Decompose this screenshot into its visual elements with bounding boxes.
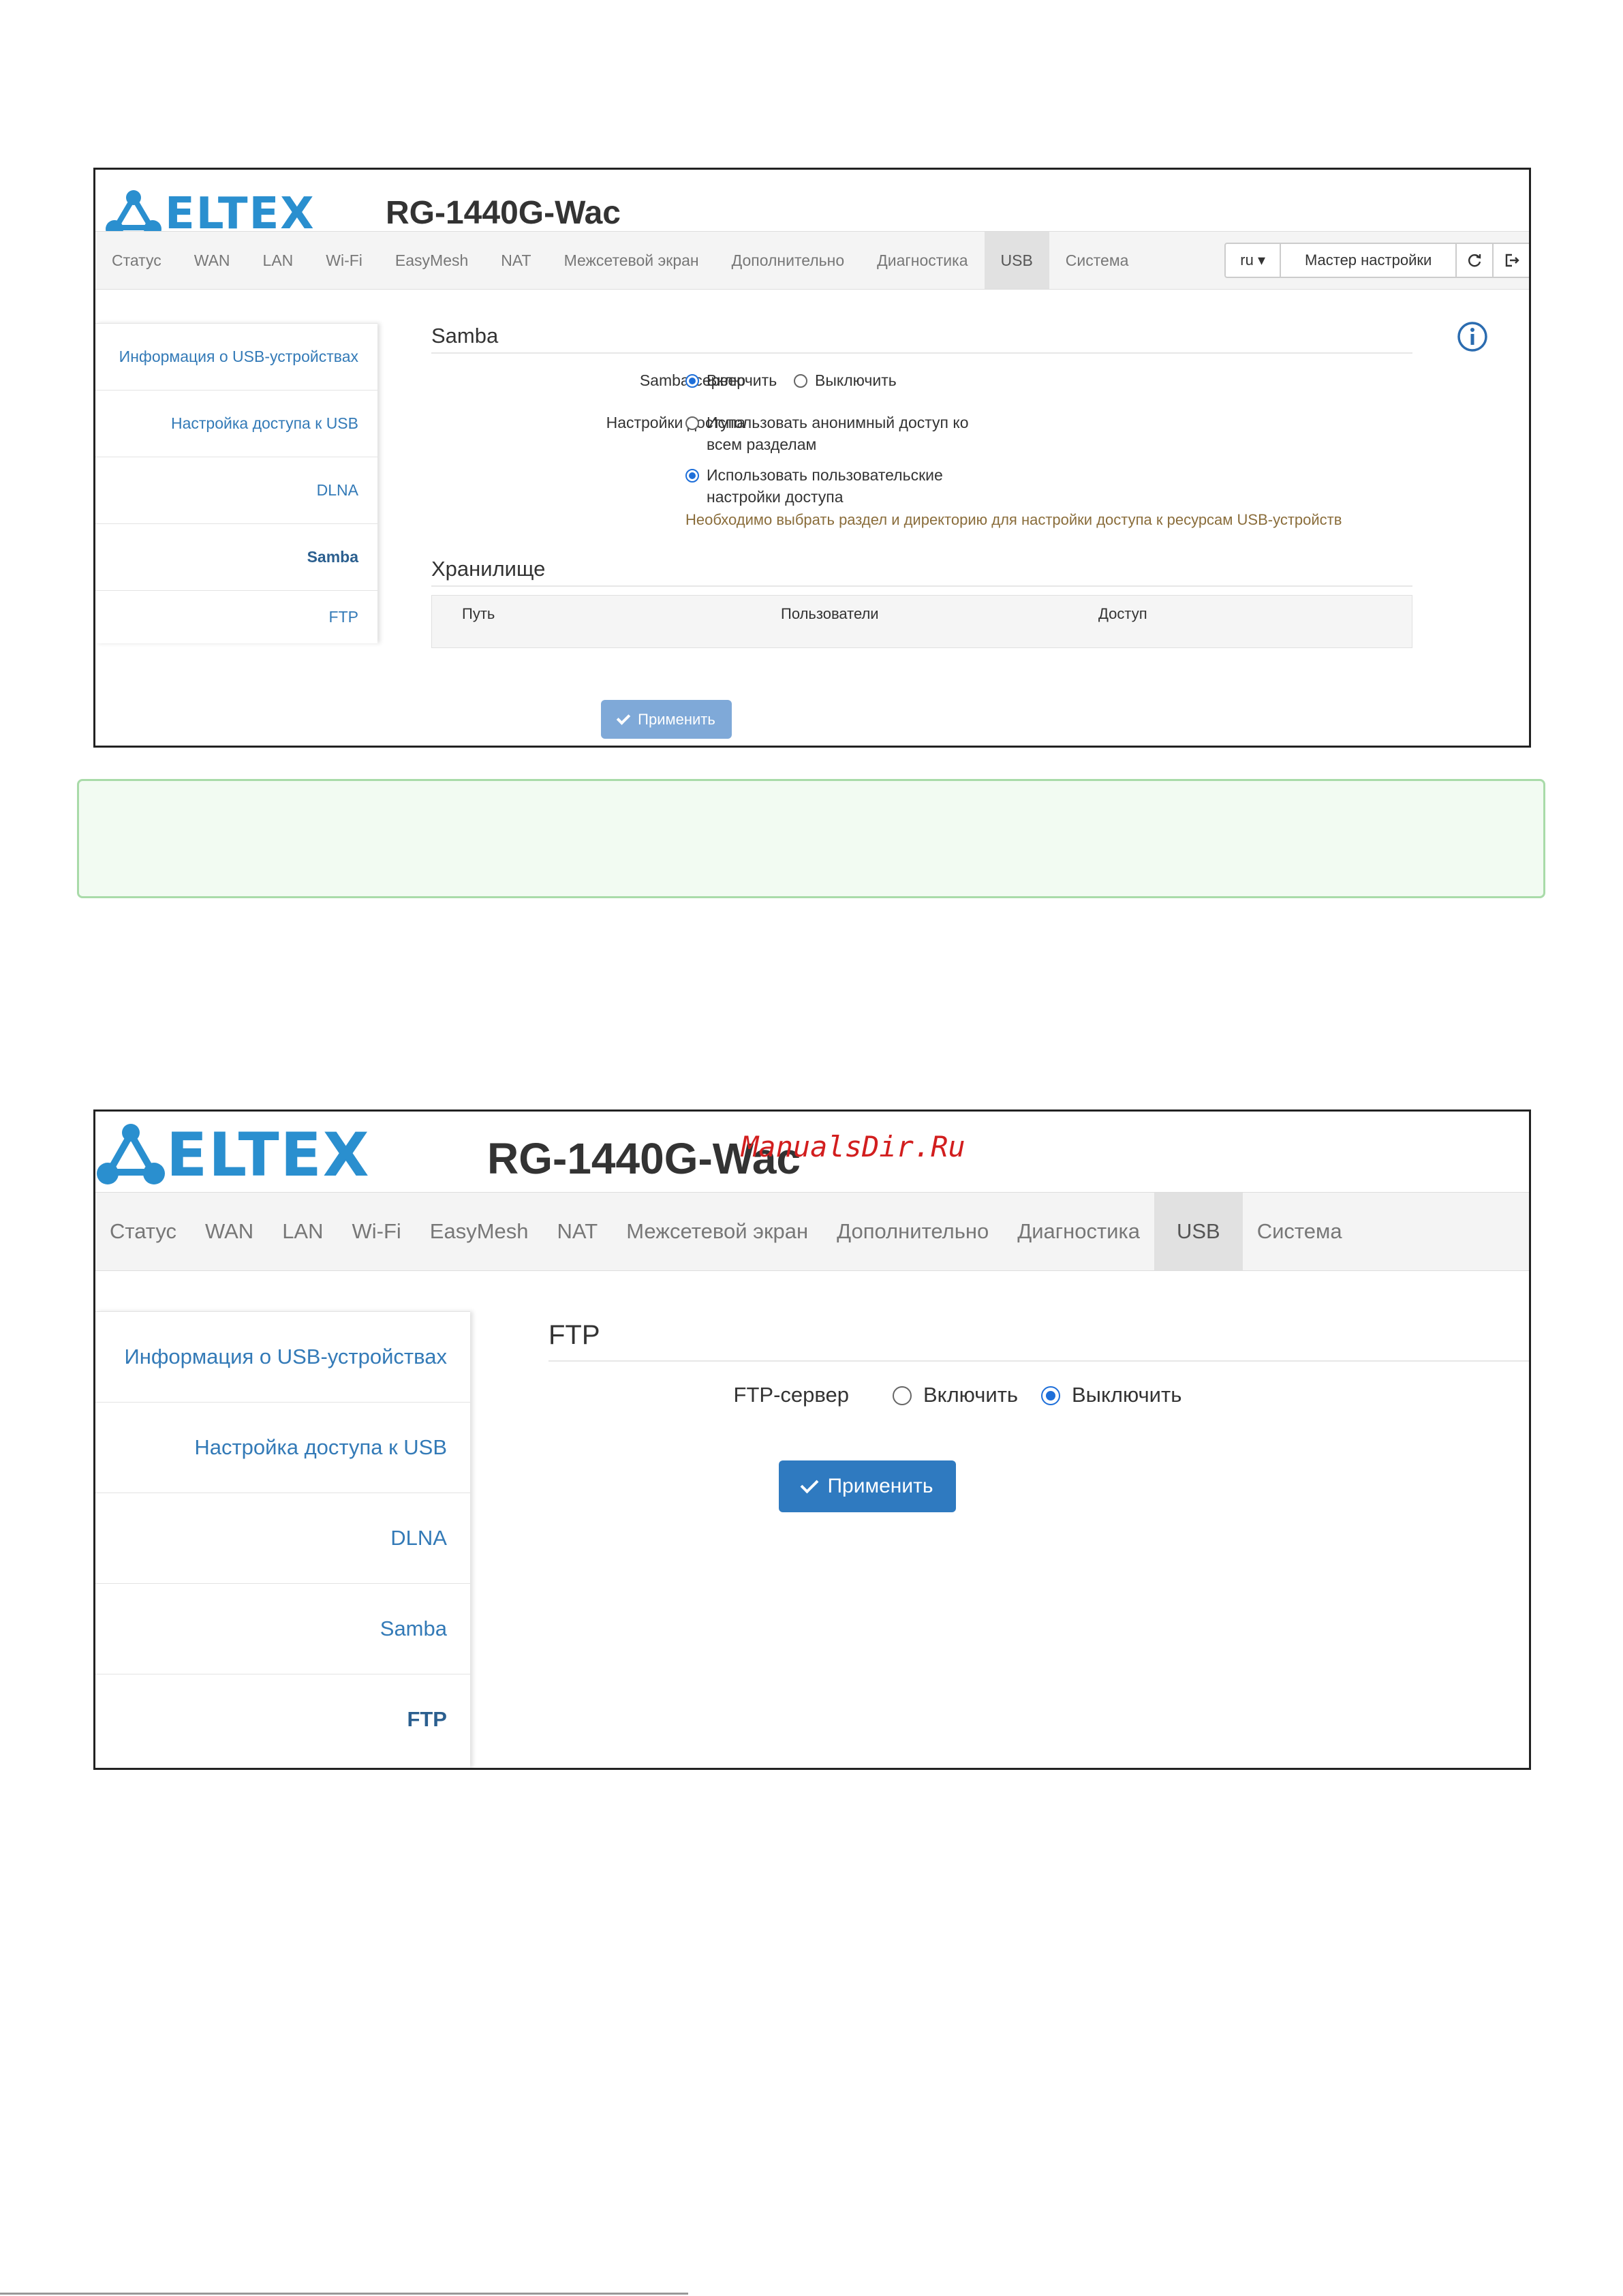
sidebar-item-dlna[interactable]: DLNA xyxy=(95,457,377,523)
nav-wifi[interactable]: Wi-Fi xyxy=(309,232,379,289)
samba-enable-label: Включить xyxy=(707,371,777,389)
top-toolbar: ru ▾ Мастер настройки xyxy=(1224,243,1529,278)
anonymous-access-label-1: Использовать анонимный доступ ко xyxy=(707,414,969,431)
nav-easymesh[interactable]: EasyMesh xyxy=(379,232,484,289)
ftp-enable-radio[interactable] xyxy=(893,1386,912,1405)
column-path: Путь xyxy=(462,605,495,622)
column-access: Доступ xyxy=(1098,605,1147,622)
storage-title: Хранилище xyxy=(431,557,546,581)
nav-nat[interactable]: NAT xyxy=(484,232,547,289)
logo-text: ELTEX xyxy=(166,1119,371,1190)
nav-nat[interactable]: NAT xyxy=(543,1193,613,1270)
sidebar-item-dlna[interactable]: DLNA xyxy=(95,1493,470,1583)
ftp-apply-button[interactable]: Применить xyxy=(779,1460,956,1512)
note-box xyxy=(77,779,1545,898)
nav-status[interactable]: Статус xyxy=(95,1193,191,1270)
nav-firewall[interactable]: Межсетевой экран xyxy=(548,232,715,289)
sidebar-item-usb-info[interactable]: Информация о USB-устройствах xyxy=(95,1311,470,1402)
logout-button[interactable] xyxy=(1492,244,1529,277)
anonymous-access-radio[interactable] xyxy=(685,416,699,430)
nav-system[interactable]: Система xyxy=(1243,1193,1357,1270)
anonymous-access-label-2: всем разделам xyxy=(707,435,817,453)
main-nav: Статус WAN LAN Wi-Fi EasyMesh NAT Межсет… xyxy=(95,1192,1529,1271)
samba-title: Samba xyxy=(431,324,499,348)
sidebar-item-usb-info[interactable]: Информация о USB-устройствах xyxy=(95,323,377,390)
ftp-enable-label: Включить xyxy=(923,1383,1019,1407)
access-settings-label: Настройки доступа xyxy=(606,414,745,431)
nav-firewall[interactable]: Межсетевой экран xyxy=(612,1193,822,1270)
ftp-server-label: FTP-сервер xyxy=(733,1383,849,1407)
usb-sidebar: Информация о USB-устройствах Настройка д… xyxy=(95,1311,470,1768)
nav-wan[interactable]: WAN xyxy=(178,232,247,289)
nav-usb[interactable]: USB xyxy=(1154,1193,1243,1270)
user-access-label-2: настройки доступа xyxy=(707,488,844,506)
nav-usb[interactable]: USB xyxy=(984,232,1049,289)
sidebar-item-samba[interactable]: Samba xyxy=(95,1583,470,1674)
nav-status[interactable]: Статус xyxy=(95,232,178,289)
sidebar-item-ftp[interactable]: FTP xyxy=(95,590,377,643)
info-icon[interactable] xyxy=(1457,321,1488,352)
footer-divider xyxy=(0,2293,688,2295)
user-access-radio[interactable] xyxy=(685,469,699,483)
nav-easymesh[interactable]: EasyMesh xyxy=(416,1193,543,1270)
nav-diagnostics[interactable]: Диагностика xyxy=(861,232,984,289)
nav-advanced[interactable]: Дополнительно xyxy=(715,232,861,289)
eltex-logo-icon xyxy=(97,1124,165,1184)
setup-wizard-button[interactable]: Мастер настройки xyxy=(1280,244,1455,277)
samba-enable-radio[interactable] xyxy=(685,374,699,388)
samba-server-label: Samba-сервер xyxy=(477,371,745,390)
logout-icon xyxy=(1505,254,1519,267)
watermark: ManualsDir.Ru xyxy=(741,1130,965,1163)
nav-lan[interactable]: LAN xyxy=(268,1193,337,1270)
samba-divider xyxy=(431,352,1412,354)
access-note: Необходимо выбрать раздел и директорию д… xyxy=(685,511,1342,528)
nav-advanced[interactable]: Дополнительно xyxy=(822,1193,1003,1270)
samba-disable-label: Выключить xyxy=(815,371,897,389)
column-users: Пользователи xyxy=(781,605,879,622)
ftp-title: FTP xyxy=(548,1320,600,1350)
sidebar-item-usb-access[interactable]: Настройка доступа к USB xyxy=(95,1402,470,1493)
nav-diagnostics[interactable]: Диагностика xyxy=(1003,1193,1154,1270)
nav-wifi[interactable]: Wi-Fi xyxy=(338,1193,416,1270)
check-icon xyxy=(616,710,631,725)
refresh-button[interactable] xyxy=(1455,244,1493,277)
sidebar-item-ftp[interactable]: FTP xyxy=(95,1674,470,1764)
samba-disable-radio[interactable] xyxy=(794,374,807,388)
storage-divider xyxy=(431,585,1412,587)
nav-lan[interactable]: LAN xyxy=(247,232,310,289)
ftp-disable-radio[interactable] xyxy=(1041,1386,1060,1405)
samba-apply-button[interactable]: Применить xyxy=(601,700,732,739)
nav-system[interactable]: Система xyxy=(1049,232,1145,289)
usb-sidebar: Информация о USB-устройствах Настройка д… xyxy=(95,323,377,643)
nav-wan[interactable]: WAN xyxy=(191,1193,268,1270)
ftp-divider xyxy=(548,1360,1529,1362)
sidebar-item-usb-access[interactable]: Настройка доступа к USB xyxy=(95,390,377,457)
ftp-apply-label: Применить xyxy=(827,1475,933,1497)
ftp-screenshot: ELTEX RG-1440G-Wac Статус WAN LAN Wi-Fi … xyxy=(93,1109,1531,1770)
user-access-label-1: Использовать пользовательские xyxy=(707,466,943,484)
eltex-logo: ELTEX xyxy=(95,1117,371,1192)
samba-apply-label: Применить xyxy=(638,710,715,728)
storage-table: Путь Пользователи Доступ xyxy=(431,595,1412,648)
sidebar-item-samba[interactable]: Samba xyxy=(95,523,377,590)
check-icon xyxy=(801,1475,819,1493)
language-dropdown[interactable]: ru ▾ xyxy=(1226,244,1280,277)
refresh-icon xyxy=(1468,254,1481,267)
samba-screenshot: ELTEX RG-1440G-Wac Статус WAN LAN Wi-Fi … xyxy=(93,168,1531,748)
ftp-disable-label: Выключить xyxy=(1072,1383,1182,1407)
